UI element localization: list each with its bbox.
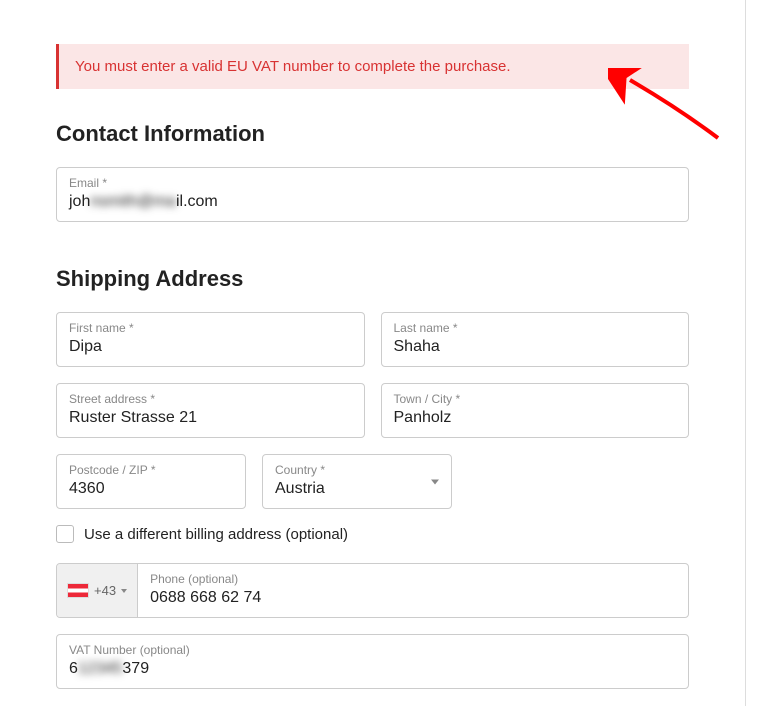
billing-checkbox-row[interactable]: Use a different billing address (optiona… [56, 525, 689, 543]
shipping-section-title: Shipping Address [56, 266, 689, 292]
phone-country-selector[interactable]: +43 [57, 564, 138, 617]
contact-section-title: Contact Information [56, 121, 689, 147]
email-input[interactable]: johnsmith@mail.com [69, 193, 676, 211]
phone-prefix-code: +43 [94, 583, 116, 598]
chevron-down-icon [121, 589, 127, 593]
billing-checkbox[interactable] [56, 525, 74, 543]
austria-flag-icon [67, 583, 89, 598]
vat-field-wrapper[interactable]: VAT Number (optional) 612345379 [56, 634, 689, 689]
postcode-field-wrapper[interactable]: Postcode / ZIP * [56, 454, 246, 509]
first-name-field-wrapper[interactable]: First name * [56, 312, 365, 367]
phone-input[interactable] [150, 589, 676, 607]
country-value: Austria [275, 480, 439, 498]
email-field-wrapper[interactable]: Email * johnsmith@mail.com [56, 167, 689, 222]
checkout-form: You must enter a valid EU VAT number to … [0, 0, 746, 706]
town-label: Town / City * [394, 392, 677, 406]
vat-label: VAT Number (optional) [69, 643, 676, 657]
country-select[interactable]: Country * Austria [262, 454, 452, 509]
chevron-down-icon [431, 479, 439, 484]
postcode-label: Postcode / ZIP * [69, 463, 233, 477]
phone-label: Phone (optional) [150, 572, 676, 586]
first-name-input[interactable] [69, 338, 352, 356]
vat-error-alert: You must enter a valid EU VAT number to … [56, 44, 689, 89]
vat-input[interactable]: 612345379 [69, 660, 676, 678]
last-name-label: Last name * [394, 321, 677, 335]
last-name-input[interactable] [394, 338, 677, 356]
first-name-label: First name * [69, 321, 352, 335]
town-field-wrapper[interactable]: Town / City * [381, 383, 690, 438]
alert-text: You must enter a valid EU VAT number to … [75, 58, 511, 75]
last-name-field-wrapper[interactable]: Last name * [381, 312, 690, 367]
street-field-wrapper[interactable]: Street address * [56, 383, 365, 438]
phone-field-wrapper[interactable]: +43 Phone (optional) [56, 563, 689, 618]
country-label: Country * [275, 463, 439, 477]
postcode-input[interactable] [69, 480, 233, 498]
billing-checkbox-label: Use a different billing address (optiona… [84, 526, 348, 543]
street-input[interactable] [69, 409, 352, 427]
street-label: Street address * [69, 392, 352, 406]
town-input[interactable] [394, 409, 677, 427]
email-label: Email * [69, 176, 676, 190]
